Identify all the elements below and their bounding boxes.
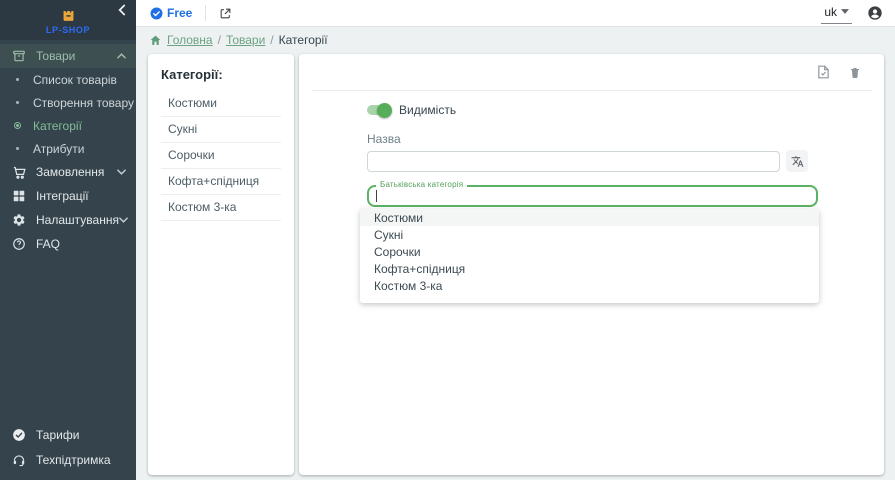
sidebar-item-settings[interactable]: Налаштування (0, 208, 136, 232)
topbar-divider (205, 5, 206, 21)
category-list-item[interactable]: Костюм 3-ка (161, 195, 281, 221)
delete-button[interactable] (849, 66, 861, 79)
sidebar-item-label: Техпідтримка (36, 453, 111, 467)
category-list-item[interactable]: Сукні (161, 117, 281, 143)
bullet-icon (13, 147, 21, 150)
sidebar-nav: Товари Список товарів Створення товару К… (0, 44, 136, 256)
sidebar-item-label: Товари (36, 49, 75, 63)
account-circle-icon (867, 5, 883, 21)
main-area: Free uk (136, 0, 895, 480)
sidebar-item-label: Інтеграції (36, 189, 89, 203)
home-icon (149, 34, 162, 47)
translate-icon (791, 155, 804, 168)
parent-category-label: Батьківська категорія (376, 180, 467, 189)
visibility-label: Видимість (399, 103, 456, 117)
name-field-label: Назва (367, 132, 884, 146)
save-button[interactable] (817, 65, 830, 79)
open-storefront-button[interactable] (219, 7, 232, 20)
breadcrumb-separator: / (218, 33, 221, 47)
help-circle-icon (11, 236, 27, 252)
check-circle-icon (11, 427, 27, 443)
active-bullet-icon (13, 122, 21, 129)
breadcrumb-link-products[interactable]: Товари (226, 33, 265, 47)
parent-category-dropdown: Костюми Сукні Сорочки Кофта+спідниця Кос… (360, 209, 819, 303)
apps-grid-icon (11, 188, 27, 204)
external-link-icon (219, 7, 232, 20)
sidebar-footer: Тарифи Техпідтримка (0, 422, 136, 472)
collapse-sidebar-button[interactable] (117, 4, 126, 16)
cart-icon (11, 164, 27, 180)
translate-button[interactable] (786, 150, 808, 172)
sidebar: LP-SHOP Товари Список товарів (0, 0, 136, 480)
topbar: Free uk (136, 0, 895, 27)
text-cursor (376, 190, 377, 202)
sidebar-item-tariffs[interactable]: Тарифи (0, 422, 136, 447)
sidebar-subitem-attributes[interactable]: Атрибути (0, 137, 136, 160)
visibility-toggle[interactable] (367, 105, 390, 115)
breadcrumb-separator: / (270, 33, 273, 47)
sidebar-item-label: Тарифи (36, 428, 79, 442)
category-editor-panel: Видимість Назва Батькі (299, 54, 884, 475)
dropdown-option[interactable]: Сорочки (360, 243, 819, 260)
sidebar-subitem-product-list[interactable]: Список товарів (0, 68, 136, 91)
shop-bag-logo-icon (60, 6, 77, 23)
sidebar-item-orders[interactable]: Замовлення (0, 160, 136, 184)
category-list-item[interactable]: Сорочки (161, 143, 281, 169)
category-list-item[interactable]: Кофта+спідниця (161, 169, 281, 195)
sidebar-item-label: Замовлення (36, 165, 104, 179)
caret-down-icon (841, 9, 849, 14)
category-list-item[interactable]: Костюми (161, 91, 281, 117)
categories-panel-title: Категорії: (161, 67, 281, 82)
gear-icon (11, 212, 27, 228)
sidebar-subitem-label: Список товарів (33, 73, 117, 87)
sidebar-item-support[interactable]: Техпідтримка (0, 447, 136, 472)
sidebar-item-integrations[interactable]: Інтеграції (0, 184, 136, 208)
sidebar-subitem-create-product[interactable]: Створення товару (0, 91, 136, 114)
sidebar-item-faq[interactable]: FAQ (0, 232, 136, 256)
editor-toolbar (312, 54, 872, 91)
parent-category-field[interactable]: Батьківська категорія (367, 185, 818, 207)
trash-icon (849, 66, 861, 79)
products-archive-icon (11, 48, 27, 64)
content: Головна / Товари / Категорії Категорії: … (136, 27, 895, 480)
headset-icon (11, 452, 27, 468)
sidebar-item-label: FAQ (36, 237, 60, 251)
name-input[interactable] (367, 151, 780, 172)
breadcrumb: Головна / Товари / Категорії (136, 27, 895, 53)
language-value: uk (824, 5, 837, 19)
document-check-icon (817, 65, 830, 79)
sidebar-item-label: Налаштування (36, 213, 119, 227)
bullet-icon (13, 101, 21, 104)
app-root: LP-SHOP Товари Список товарів (0, 0, 895, 480)
sidebar-header: LP-SHOP (0, 0, 136, 40)
chevron-down-icon (117, 169, 126, 175)
categories-panel: Категорії: Костюми Сукні Сорочки Кофта+с… (148, 54, 294, 475)
sidebar-subitem-categories[interactable]: Категорії (0, 114, 136, 137)
sidebar-subitem-label: Категорії (33, 119, 82, 133)
verified-check-icon (150, 7, 163, 20)
dropdown-option[interactable]: Кофта+спідниця (360, 260, 819, 277)
plan-badge-label: Free (167, 6, 192, 20)
account-button[interactable] (867, 5, 883, 21)
language-select[interactable]: uk (821, 3, 852, 24)
dropdown-option[interactable]: Сукні (360, 226, 819, 243)
breadcrumb-link-home[interactable]: Головна (167, 33, 213, 47)
breadcrumb-current: Категорії (279, 33, 328, 47)
sidebar-subitem-label: Атрибути (33, 142, 84, 156)
chevron-up-icon (117, 53, 126, 59)
sidebar-item-products[interactable]: Товари (0, 44, 136, 68)
logo-text: LP-SHOP (46, 25, 90, 35)
chevron-down-icon (119, 217, 128, 223)
dropdown-option[interactable]: Костюми (360, 209, 819, 226)
dropdown-option[interactable]: Костюм 3-ка (360, 277, 819, 294)
plan-badge[interactable]: Free (150, 6, 192, 20)
categories-list: Костюми Сукні Сорочки Кофта+спідниця Кос… (161, 91, 281, 221)
visibility-toggle-row: Видимість (367, 103, 884, 117)
bullet-icon (13, 78, 21, 81)
sidebar-subitem-label: Створення товару (33, 96, 134, 110)
